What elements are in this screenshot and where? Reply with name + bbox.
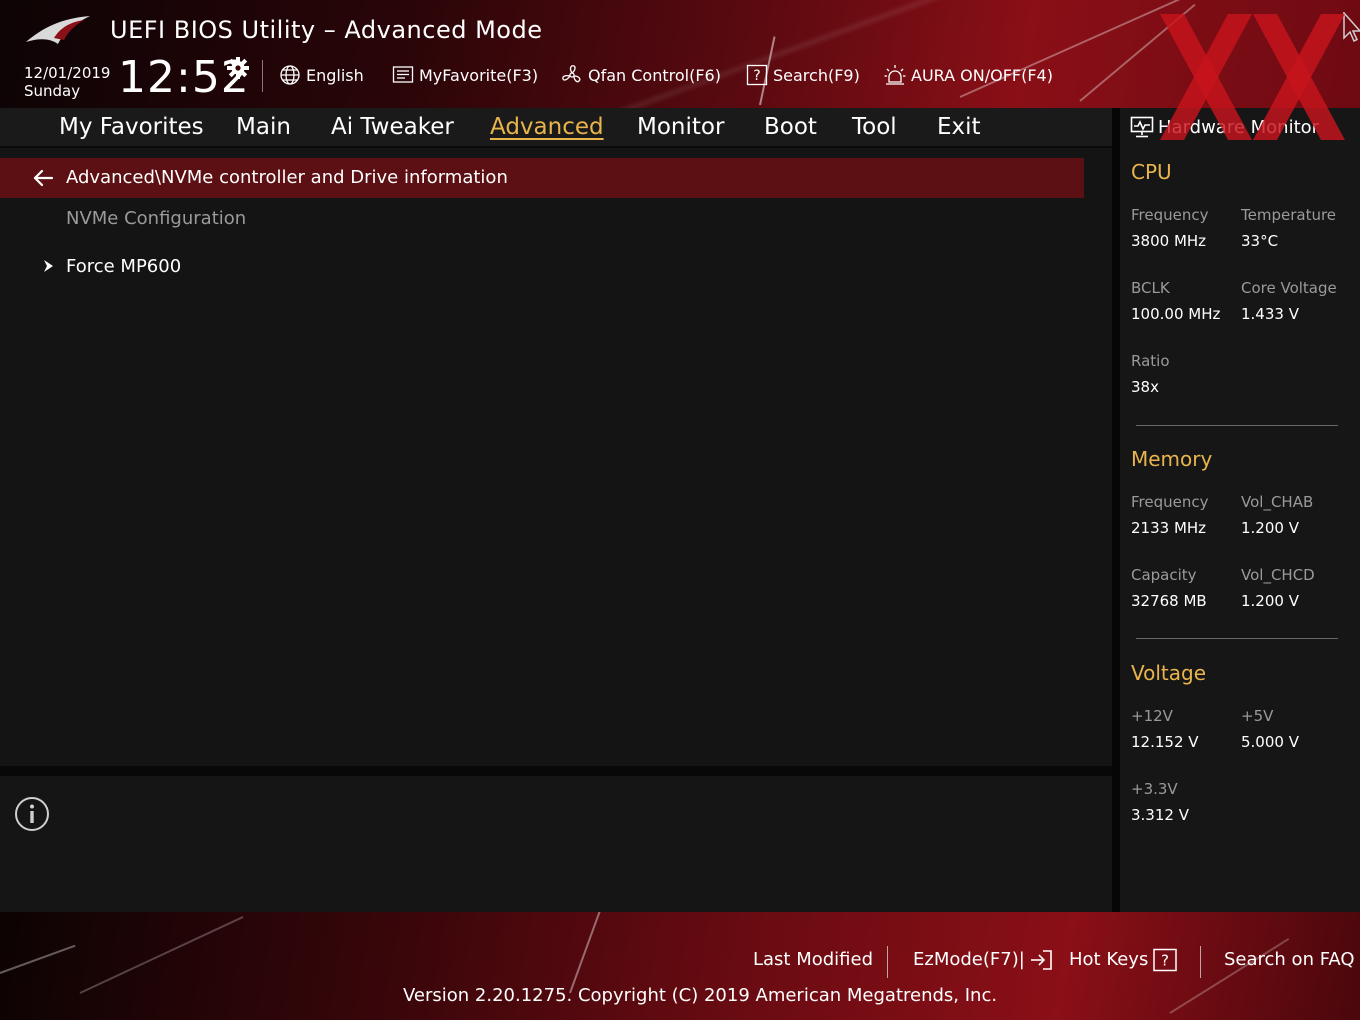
section-divider [1136,425,1338,426]
search-faq-label: Search on FAQ [1224,949,1355,970]
monitor-icon [1130,116,1154,138]
list-item-label: Force MP600 [66,255,182,277]
voltage-3v3-value: 3.312 V [1131,806,1189,824]
title-bar: UEFI BIOS Utility – Advanced Mode 12/01/… [0,0,1360,108]
tab-main[interactable]: Main [236,112,291,142]
my-favorite-label: MyFavorite(F3) [419,65,539,85]
cpu-ratio-label: Ratio [1131,352,1170,370]
svg-text:?: ? [753,68,760,84]
aura-toggle-button[interactable]: AURA ON/OFF(F4) [884,62,1053,88]
main-menu-tabs: My Favorites Main Ai Tweaker Advanced Mo… [0,108,1112,148]
tab-monitor[interactable]: Monitor [637,112,724,142]
tab-advanced[interactable]: Advanced [490,112,604,142]
search-faq-button[interactable]: Search on FAQ [1224,948,1355,972]
last-modified-label: Last Modified [753,949,874,970]
aura-toggle-label: AURA ON/OFF(F4) [911,65,1053,85]
svg-text:?: ? [1161,952,1169,970]
help-info-panel [0,776,1112,912]
tab-tool[interactable]: Tool [852,112,897,142]
voltage-3v3-label: +3.3V [1131,780,1178,798]
voltage-5v-value: 5.000 V [1241,733,1299,751]
search-button[interactable]: ? Search(F9) [746,62,860,88]
version-copyright: Version 2.20.1275. Copyright (C) 2019 Am… [403,985,998,1006]
cpu-frequency-value: 3800 MHz [1131,232,1207,250]
rog-logo-icon [26,16,90,44]
section-heading: NVMe Configuration [66,208,247,229]
voltage-heading: Voltage [1131,661,1207,685]
cpu-core-voltage-label: Core Voltage [1241,279,1337,297]
hardware-monitor-title: Hardware Monitor [1158,116,1320,138]
memory-vol-chcd-label: Vol_CHCD [1241,566,1315,584]
memory-frequency-label: Frequency [1131,493,1209,511]
hardware-monitor-header: Hardware Monitor [1130,113,1319,141]
memory-vol-chcd-value: 1.200 V [1241,592,1299,610]
voltage-12v-label: +12V [1131,707,1173,725]
hot-keys-button[interactable]: Hot Keys ? [1069,948,1178,972]
cpu-temperature-value: 33°C [1241,232,1279,250]
decorative-streak [0,944,76,974]
language-button[interactable]: English [279,62,364,88]
cpu-ratio-value: 38x [1131,378,1159,396]
gear-icon[interactable] [226,56,250,80]
info-icon [15,797,49,831]
footer-bar: Last Modified EzMode(F7)| Hot Keys ? Sea… [0,912,1360,1020]
breadcrumb[interactable]: Advanced\NVMe controller and Drive infor… [0,158,1084,198]
arrow-left-icon[interactable] [32,168,54,188]
memory-vol-chab-label: Vol_CHAB [1241,493,1314,511]
voltage-12v-value: 12.152 V [1131,733,1199,751]
hot-keys-label: Hot Keys [1069,949,1149,970]
footer-divider [887,946,888,978]
question-box-icon: ? [746,64,768,86]
globe-icon [280,65,300,85]
chevron-right-icon [44,260,53,272]
cpu-bclk-value: 100.00 MHz [1131,305,1221,323]
hardware-monitor-panel: Hardware Monitor CPU Frequency 3800 MHz … [1120,108,1360,912]
cpu-core-voltage-value: 1.433 V [1241,305,1299,323]
exit-arrow-icon [1030,950,1052,970]
panel-divider [0,766,1112,776]
memory-heading: Memory [1131,447,1213,471]
fan-icon [562,65,581,83]
search-label: Search(F9) [773,65,860,85]
footer-divider [1200,946,1201,978]
decorative-streak [79,916,244,994]
my-favorite-button[interactable]: MyFavorite(F3) [392,62,538,88]
tab-exit[interactable]: Exit [937,112,981,142]
breadcrumb-path: Advanced\NVMe controller and Drive infor… [66,167,508,188]
cpu-temperature-label: Temperature [1241,206,1337,224]
day-display: Sunday [24,82,81,100]
qfan-control-button[interactable]: Qfan Control(F6) [561,62,721,88]
language-label: English [306,65,364,85]
memory-frequency-value: 2133 MHz [1131,519,1207,537]
panel-gutter [1112,108,1120,912]
memory-vol-chab-value: 1.200 V [1241,519,1299,537]
cpu-frequency-label: Frequency [1131,206,1209,224]
tab-ai-tweaker[interactable]: Ai Tweaker [331,112,454,142]
date-display: 12/01/2019 [24,64,111,82]
tab-my-favorites[interactable]: My Favorites [59,112,204,142]
app-title: UEFI BIOS Utility – Advanced Mode [110,16,543,44]
qfan-control-label: Qfan Control(F6) [588,65,721,85]
favorite-list-icon [392,66,414,83]
header-divider [262,60,263,92]
last-modified-button[interactable]: Last Modified [753,948,873,972]
cpu-heading: CPU [1131,160,1172,184]
mouse-cursor-icon [1343,12,1360,42]
aura-light-icon [884,65,906,85]
cpu-bclk-label: BCLK [1131,279,1170,297]
settings-panel: Advanced\NVMe controller and Drive infor… [0,148,1112,766]
ezmode-button[interactable]: EzMode(F7)| [913,948,1055,972]
voltage-5v-label: +5V [1241,707,1274,725]
tab-boot[interactable]: Boot [764,112,817,142]
decorative-streak [569,912,602,994]
memory-capacity-label: Capacity [1131,566,1197,584]
question-box-icon: ? [1153,948,1178,972]
memory-capacity-value: 32768 MB [1131,592,1207,610]
list-item-force-mp600[interactable]: Force MP600 [40,252,181,280]
section-divider [1136,638,1338,639]
ezmode-label: EzMode(F7)| [913,949,1025,970]
